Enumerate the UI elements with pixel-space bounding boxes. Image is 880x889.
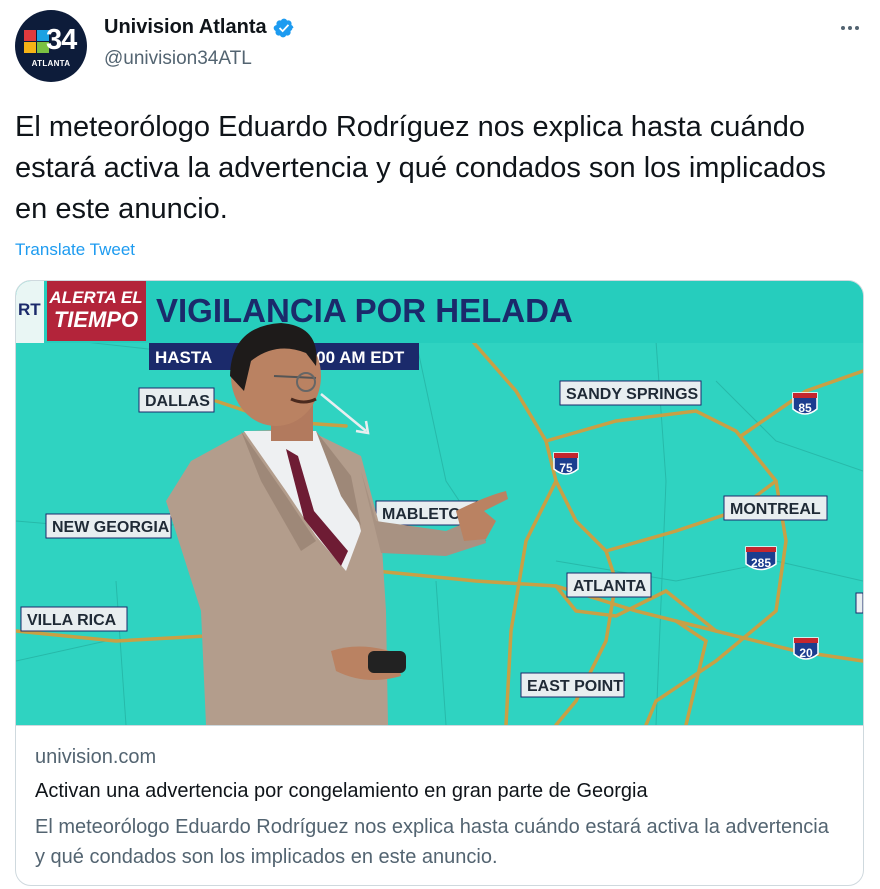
svg-text:75: 75: [559, 461, 573, 475]
map-label-villa-rica: VILLA RICA: [27, 612, 117, 629]
author-name-row: Univision Atlanta: [104, 16, 295, 39]
map-label-montreal: MONTREAL: [730, 501, 821, 518]
map-label-sandy-springs: SANDY SPRINGS: [566, 386, 699, 403]
highway-shield-85: 85: [792, 392, 818, 415]
verified-badge-icon: [273, 18, 294, 37]
card-description: El meteorólogo Eduardo Rodríguez nos exp…: [35, 816, 829, 868]
tweet-text: El meteorólogo Eduardo Rodríguez nos exp…: [15, 111, 826, 225]
highway-shield-75: 75: [553, 452, 579, 475]
until-prefix: HASTA: [155, 348, 212, 367]
card-domain: univision.com: [35, 746, 157, 768]
handle[interactable]: @univision34ATL: [104, 48, 252, 70]
svg-text:85: 85: [798, 401, 812, 415]
highway-shield-285: 285: [745, 546, 777, 571]
highway-shield-20: 20: [793, 637, 819, 660]
alert-line1: ALERTA EL: [48, 288, 142, 307]
card-title: Activan una advertencia por congelamient…: [35, 780, 648, 802]
headline-text: VIGILANCIA POR HELADA: [156, 292, 573, 329]
avatar[interactable]: 34 ATLANTA: [15, 10, 87, 82]
display-name[interactable]: Univision Atlanta: [104, 16, 267, 39]
map-label-east-point: EAST POINT: [527, 678, 623, 695]
map-label-new-georgia: NEW GEORGIA: [52, 519, 170, 536]
cut-label: RT: [18, 300, 41, 319]
translate-tweet-link[interactable]: Translate Tweet: [15, 240, 135, 260]
svg-text:20: 20: [799, 646, 813, 660]
link-card[interactable]: RT ALERTA EL TIEMPO VIGILANCIA POR HELAD…: [15, 280, 864, 886]
map-label-dallas: DALLAS: [145, 393, 210, 410]
avatar-city: ATLANTA: [31, 59, 71, 68]
card-image[interactable]: RT ALERTA EL TIEMPO VIGILANCIA POR HELAD…: [16, 281, 863, 725]
card-info[interactable]: univision.com Activan una advertencia po…: [16, 725, 863, 885]
map-label-atlanta: ATLANTA: [573, 578, 647, 595]
more-options-icon[interactable]: [835, 18, 865, 38]
avatar-channel-number: 34: [46, 24, 77, 56]
svg-text:285: 285: [751, 556, 771, 570]
alert-line2: TIEMPO: [54, 307, 138, 332]
